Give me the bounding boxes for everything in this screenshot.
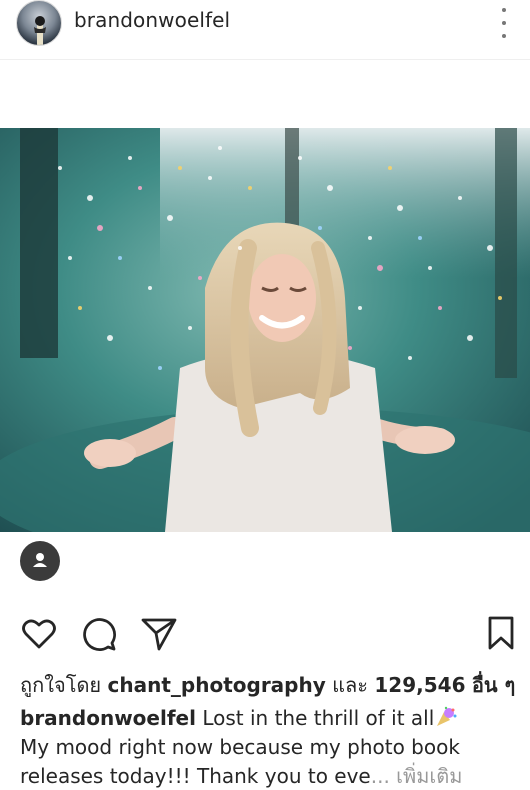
likes-connector: และ: [332, 673, 369, 697]
instagram-post-screen: brandonwoelfel ถูกใจโดย chant_photograph…: [0, 0, 530, 790]
caption-line-1: Lost in the thrill of it all: [202, 706, 435, 730]
post-username[interactable]: brandonwoelfel: [74, 8, 230, 32]
save-button[interactable]: [486, 615, 524, 653]
likes-suffix[interactable]: อื่น ๆ: [472, 673, 515, 697]
more-options-icon[interactable]: [492, 8, 516, 38]
person-tag-icon: [33, 553, 47, 567]
like-button[interactable]: [20, 615, 58, 653]
likes-prefix: ถูกใจโดย: [20, 673, 102, 697]
caption-line-3: releases today!!! Thank you to eve: [20, 764, 371, 788]
tag-people-button[interactable]: [20, 541, 60, 581]
caption-ellipsis: ...: [370, 764, 390, 788]
send-icon: [141, 618, 177, 651]
caption-first-line: brandonwoelfel Lost in the thrill of it …: [20, 704, 458, 732]
post-header: brandonwoelfel: [0, 0, 530, 60]
liker-username[interactable]: chant_photography: [108, 673, 326, 697]
post-actions: [0, 615, 530, 655]
caption-author[interactable]: brandonwoelfel: [20, 706, 196, 730]
caption-third-line: releases today!!! Thank you to eve... เพ…: [20, 762, 462, 790]
likes-line: ถูกใจโดย chant_photography และ 129,546 อ…: [20, 671, 515, 699]
caption-second-line: My mood right now because my photo book: [20, 733, 460, 761]
likes-count[interactable]: 129,546: [374, 673, 465, 697]
comment-icon: [83, 618, 116, 651]
photo-image: [0, 128, 530, 532]
avatar-silhouette-icon: [34, 16, 46, 45]
bookmark-icon: [488, 616, 514, 650]
share-button[interactable]: [140, 615, 178, 653]
confetti-ball-icon: [434, 706, 458, 728]
caption-line-2: My mood right now because my photo book: [20, 735, 460, 759]
heart-icon: [22, 619, 56, 649]
more-link[interactable]: เพิ่มเติม: [396, 764, 462, 788]
profile-avatar[interactable]: [16, 0, 62, 46]
comment-button[interactable]: [80, 615, 118, 653]
post-photo[interactable]: [0, 128, 530, 532]
